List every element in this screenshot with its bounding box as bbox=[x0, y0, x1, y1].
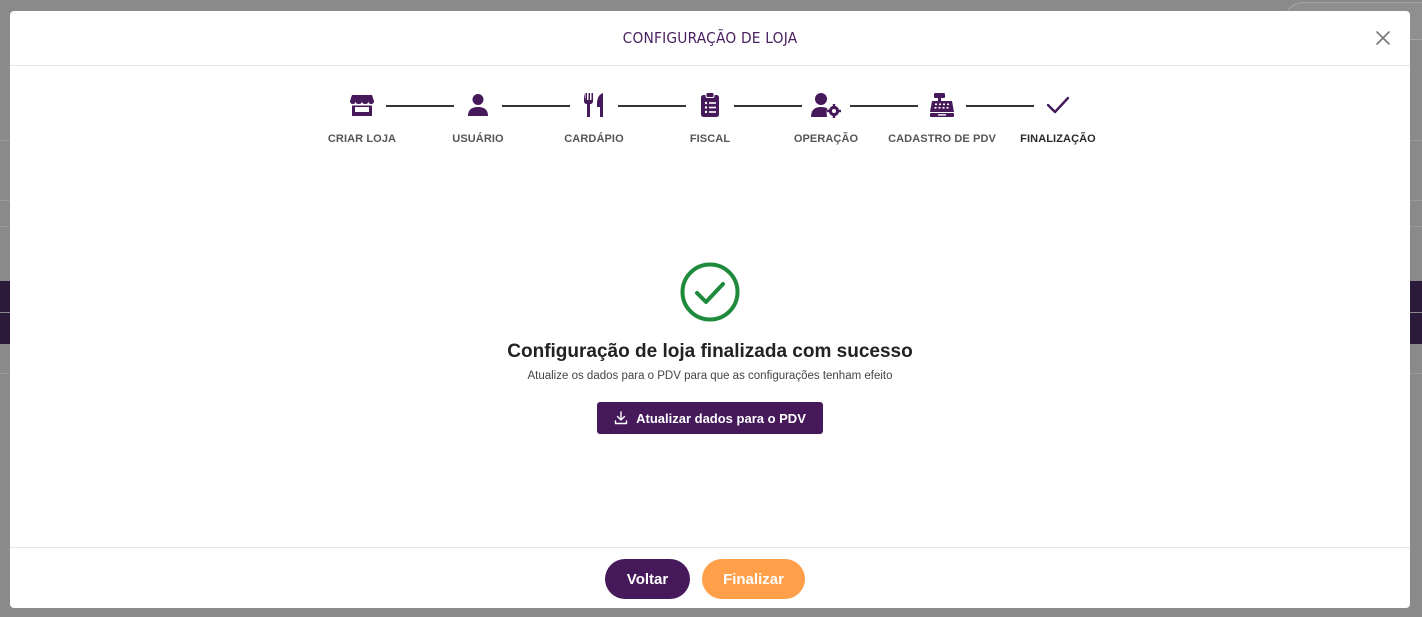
step-usuario[interactable]: USUÁRIO bbox=[420, 91, 536, 145]
store-config-modal: CONFIGURAÇÃO DE LOJA CRIAR LOJA USUÁRIO … bbox=[10, 11, 1410, 608]
step-criar-loja[interactable]: CRIAR LOJA bbox=[304, 91, 420, 145]
stepper: CRIAR LOJA USUÁRIO CARDÁPIO FISCAL OPERA… bbox=[10, 91, 1410, 151]
success-check-circle-icon bbox=[680, 262, 740, 322]
success-title: Configuração de loja finalizada com suce… bbox=[507, 341, 913, 362]
close-icon[interactable] bbox=[1374, 29, 1392, 47]
utensils-icon bbox=[584, 93, 603, 117]
update-pdv-button-label: Atualizar dados para o PDV bbox=[636, 410, 806, 426]
modal-title: CONFIGURAÇÃO DE LOJA bbox=[622, 29, 798, 47]
modal-footer: Voltar Finalizar bbox=[10, 547, 1410, 608]
check-icon bbox=[1046, 96, 1070, 114]
store-icon bbox=[350, 95, 374, 116]
success-subtitle: Atualize os dados para o PDV para que as… bbox=[527, 370, 893, 382]
step-label: CARDÁPIO bbox=[564, 133, 624, 145]
step-finalizacao[interactable]: FINALIZAÇÃO bbox=[1000, 91, 1116, 145]
user-cog-icon bbox=[811, 93, 841, 118]
step-label: CRIAR LOJA bbox=[327, 133, 397, 145]
step-label: USUÁRIO bbox=[452, 133, 504, 145]
step-label: FINALIZAÇÃO bbox=[1020, 133, 1096, 145]
step-operacao[interactable]: OPERAÇÃO bbox=[768, 91, 884, 145]
step-label: FISCAL bbox=[689, 133, 731, 145]
step-label: CADASTRO DE PDV bbox=[888, 133, 996, 145]
step-fiscal[interactable]: FISCAL bbox=[652, 91, 768, 145]
modal-header: CONFIGURAÇÃO DE LOJA bbox=[10, 11, 1410, 66]
cash-register-icon bbox=[930, 93, 954, 117]
back-button[interactable]: Voltar bbox=[605, 559, 690, 599]
step-cardapio[interactable]: CARDÁPIO bbox=[536, 91, 652, 145]
step-cadastro-de-pdv[interactable]: CADASTRO DE PDV bbox=[884, 91, 1000, 145]
clipboard-list-icon bbox=[701, 92, 719, 117]
step-label: OPERAÇÃO bbox=[793, 133, 859, 145]
download-icon bbox=[614, 411, 628, 425]
update-pdv-button[interactable]: Atualizar dados para o PDV bbox=[597, 402, 823, 434]
finish-button[interactable]: Finalizar bbox=[702, 559, 805, 599]
user-icon bbox=[468, 94, 488, 116]
